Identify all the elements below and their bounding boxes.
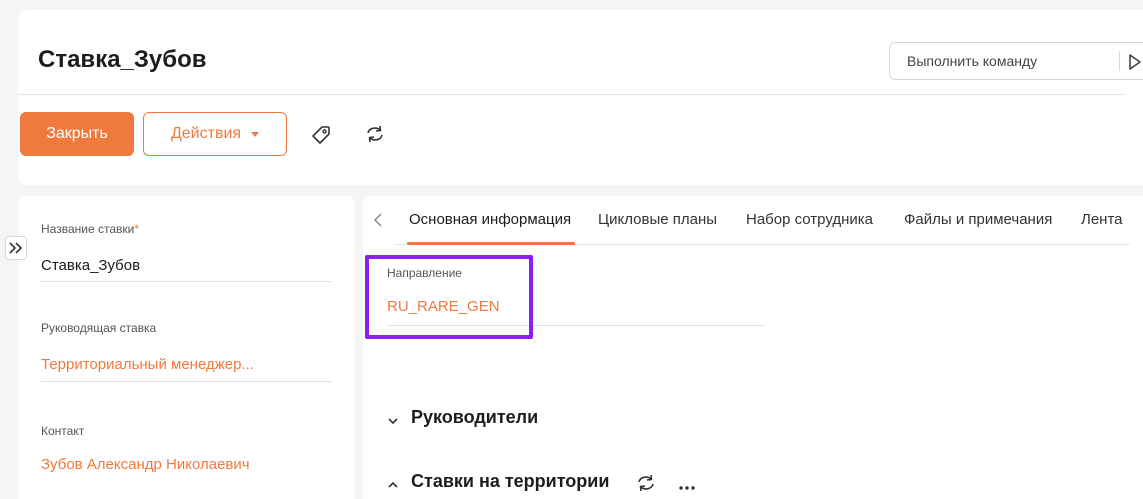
command-input[interactable]: Выполнить команду: [889, 42, 1143, 80]
chevron-down-icon[interactable]: [387, 413, 399, 431]
command-divider: [1119, 51, 1120, 71]
send-icon[interactable]: [1128, 53, 1142, 76]
refresh-icon[interactable]: [365, 125, 385, 148]
details-panel: [18, 196, 355, 499]
tab-feed[interactable]: Лента: [1081, 211, 1123, 228]
chevron-down-icon: [251, 131, 260, 137]
section-managers-title[interactable]: Руководители: [411, 407, 538, 428]
command-input-placeholder: Выполнить команду: [907, 53, 1038, 69]
required-marker: *: [134, 222, 139, 236]
section-territory-rates-title[interactable]: Ставки на территории: [411, 471, 609, 492]
tabs-scroll-left-icon[interactable]: [373, 211, 383, 234]
field-underline: [41, 281, 332, 282]
chevron-up-icon[interactable]: [387, 477, 399, 495]
tab-cycle-plans[interactable]: Цикловые планы: [598, 211, 717, 228]
header-divider: [18, 94, 1125, 95]
expand-panel-button[interactable]: [5, 236, 27, 260]
highlight-box: [365, 255, 533, 339]
field-managing-rate-label: Руководящая ставка: [41, 321, 157, 335]
field-rate-name-value[interactable]: Ставка_Зубов: [41, 257, 140, 274]
field-contact-link[interactable]: Зубов Александр Николаевич: [41, 456, 250, 473]
tab-employee-set[interactable]: Набор сотрудника: [746, 211, 873, 228]
page-title: Ставка_Зубов: [38, 46, 207, 73]
double-chevron-right-icon: [9, 242, 23, 254]
actions-dropdown-button[interactable]: Действия: [143, 112, 287, 156]
tag-icon[interactable]: [311, 125, 331, 150]
tab-files-notes[interactable]: Файлы и примечания: [904, 211, 1052, 228]
header-card: Ставка_Зубов Выполнить команду: [18, 10, 1143, 185]
close-button[interactable]: Закрыть: [20, 112, 134, 156]
field-underline: [41, 381, 332, 382]
more-icon[interactable]: [678, 478, 696, 496]
tab-main-info[interactable]: Основная информация: [409, 211, 571, 228]
field-contact-label: Контакт: [41, 424, 85, 438]
actions-button-label: Действия: [170, 125, 242, 142]
field-managing-rate-link[interactable]: Территориальный менеджер...: [41, 356, 254, 373]
field-rate-name-label: Название ставки*: [41, 222, 139, 236]
refresh-icon[interactable]: [636, 474, 656, 497]
active-tab-indicator: [407, 242, 575, 245]
